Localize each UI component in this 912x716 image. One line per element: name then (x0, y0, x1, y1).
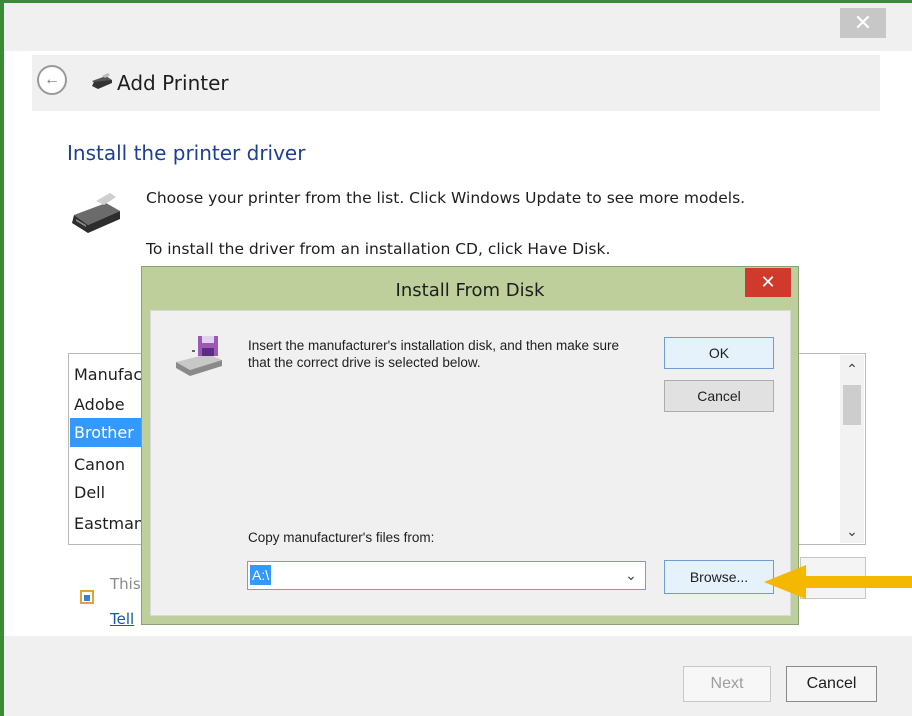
dialog-cancel-button[interactable]: Cancel (664, 380, 774, 412)
chevron-up-icon[interactable]: ⌃ (840, 358, 864, 380)
have-disk-instruction: To install the driver from an installati… (146, 240, 611, 258)
scrollbar-thumb[interactable] (843, 385, 861, 425)
list-item[interactable]: Dell (74, 483, 105, 502)
list-item[interactable]: Adobe (74, 395, 125, 414)
back-button[interactable]: ← (37, 65, 67, 95)
printer-icon (92, 73, 112, 89)
window-border-left (0, 0, 4, 716)
driver-signed-text: This (110, 575, 141, 593)
browse-button[interactable]: Browse... (664, 560, 774, 594)
dialog-message: Insert the manufacturer's installation d… (248, 338, 620, 370)
ok-button[interactable]: OK (664, 337, 774, 369)
printer-icon (72, 193, 120, 233)
list-scrollbar[interactable] (840, 355, 864, 543)
wizard-title: Add Printer (117, 71, 229, 95)
instruction-text: Choose your printer from the list. Click… (146, 189, 746, 207)
page-heading: Install the printer driver (67, 141, 306, 165)
wizard-close-button[interactable]: ✕ (840, 8, 886, 38)
chevron-down-icon[interactable]: ⌄ (620, 562, 642, 589)
copy-from-value[interactable]: A:\ (250, 565, 272, 585)
list-item-selected[interactable]: Brother (74, 423, 134, 442)
wizard-footer (4, 636, 912, 716)
list-item[interactable]: Canon (74, 455, 125, 474)
dialog-close-button[interactable]: ✕ (745, 268, 791, 297)
arrow-left-icon (764, 565, 912, 599)
list-item[interactable]: Eastman (74, 514, 144, 533)
driver-signing-link[interactable]: Tell (110, 610, 134, 628)
title-bar[interactable] (4, 3, 912, 51)
manufacturer-column-header[interactable]: Manufac (74, 365, 142, 384)
copy-from-combobox[interactable] (247, 561, 646, 590)
chevron-down-icon[interactable]: ⌄ (840, 520, 864, 542)
copy-from-label: Copy manufacturer's files from: (248, 530, 435, 545)
floppy-disk-drive-icon (176, 336, 222, 376)
cancel-button[interactable]: Cancel (786, 666, 877, 702)
next-button[interactable]: Next (683, 666, 771, 702)
dialog-title: Install From Disk (395, 280, 545, 301)
shield-icon (80, 590, 94, 604)
